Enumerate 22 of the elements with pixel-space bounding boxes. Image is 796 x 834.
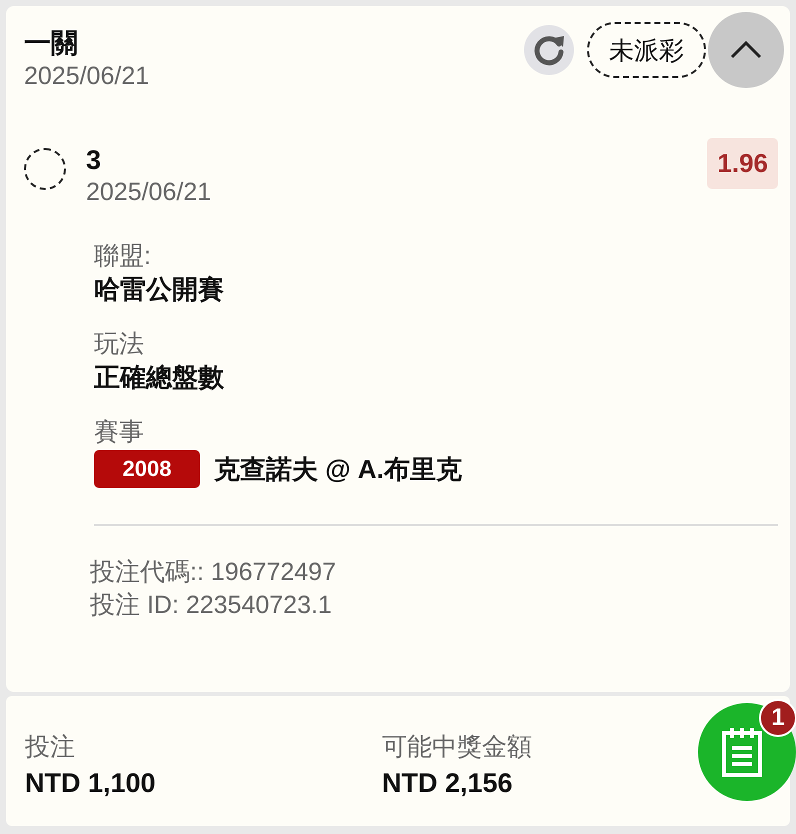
event-code-badge: 2008 <box>94 450 200 488</box>
bet-type-title: 一關 <box>24 27 79 60</box>
payout-amount: NTD 2,156 <box>382 767 514 800</box>
bet-code: 投注代碼:: 196772497 <box>90 557 337 588</box>
field-value: 哈雷公開賽 <box>94 273 225 306</box>
field-label: 賽事 <box>94 417 145 448</box>
field-label: 聯盟: <box>94 241 152 272</box>
event-teams: 克查諾夫 @ A.布里克 <box>214 453 462 486</box>
odds-badge: 1.96 <box>707 138 778 189</box>
selection-radio[interactable] <box>24 148 66 190</box>
bet-date: 2025/06/21 <box>24 61 150 92</box>
notepad-icon <box>720 726 764 778</box>
stake-label: 投注 <box>25 732 76 763</box>
refresh-button[interactable] <box>524 25 574 75</box>
bet-id: 投注 ID: 223540723.1 <box>90 590 333 621</box>
status-badge: 未派彩 <box>587 22 706 78</box>
stake-amount: NTD 1,100 <box>25 767 157 800</box>
field-value: 正確總盤數 <box>94 361 225 394</box>
payout-label: 可能中獎金額 <box>382 732 533 763</box>
selection-name: 3 <box>86 144 102 176</box>
field-label: 玩法 <box>94 329 145 360</box>
selection-date: 2025/06/21 <box>86 177 212 208</box>
